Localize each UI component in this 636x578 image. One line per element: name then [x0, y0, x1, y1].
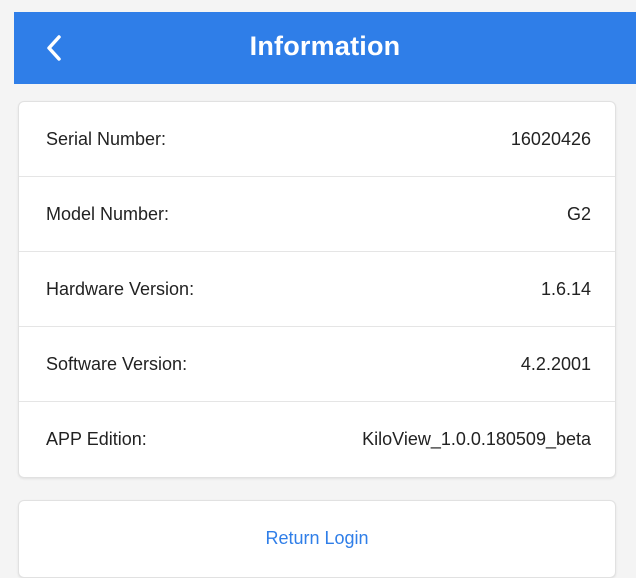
- return-login-button[interactable]: Return Login: [265, 528, 368, 549]
- model-number-value: G2: [566, 203, 591, 224]
- info-row-software-version: Software Version: 4.2.2001: [19, 327, 615, 402]
- serial-number-value: 16020426: [510, 128, 591, 149]
- return-login-card[interactable]: Return Login: [18, 500, 616, 578]
- software-version-label: Software Version:: [46, 353, 188, 374]
- info-row-model-number: Model Number: G2: [19, 177, 615, 252]
- serial-number-label: Serial Number:: [46, 128, 167, 149]
- information-screen: Information Serial Number: 16020426 Mode…: [14, 0, 636, 578]
- page-title: Information: [249, 31, 401, 61]
- app-edition-value: KiloView_1.0.0.180509_beta: [362, 429, 591, 449]
- model-number-label: Model Number:: [46, 203, 170, 224]
- info-row-hardware-version: Hardware Version: 1.6.14: [19, 252, 615, 327]
- device-info-card: Serial Number: 16020426 Model Number: G2…: [18, 101, 616, 478]
- top-app-bar: Information: [14, 12, 636, 84]
- info-row-serial-number: Serial Number: 16020426: [19, 102, 615, 177]
- info-row-app-edition: APP Edition: KiloView_1.0.0.180509_beta: [19, 402, 615, 477]
- software-version-value: 4.2.2001: [520, 353, 591, 374]
- hardware-version-value: 1.6.14: [540, 278, 591, 299]
- hardware-version-label: Hardware Version:: [46, 278, 195, 299]
- app-edition-label: APP Edition:: [46, 429, 147, 449]
